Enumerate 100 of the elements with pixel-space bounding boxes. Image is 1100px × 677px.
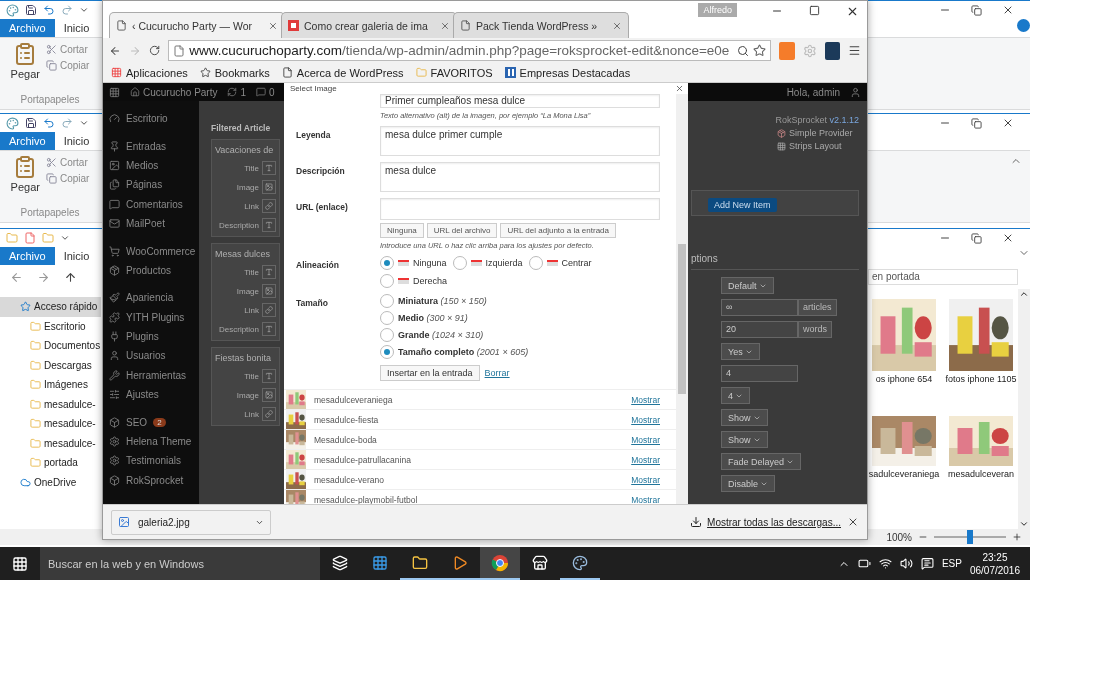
bookmark[interactable]: Bookmarks (199, 66, 270, 79)
select-field[interactable]: Show (721, 431, 768, 448)
restore-icon[interactable] (971, 117, 982, 129)
bookmark[interactable]: Aplicaciones (111, 66, 188, 79)
close-icon[interactable] (847, 516, 859, 528)
caret-icon[interactable] (60, 233, 70, 243)
up-icon[interactable] (64, 270, 77, 284)
select-field[interactable]: Disable (721, 475, 775, 492)
add-item-button[interactable]: Add New Item (708, 198, 777, 212)
menu-item[interactable]: Páginas (103, 175, 199, 195)
caret-icon[interactable] (79, 118, 89, 128)
menu-item[interactable]: Escritorio (103, 109, 199, 129)
battery-icon[interactable] (857, 557, 871, 570)
menu-icon[interactable] (848, 43, 861, 58)
zoom-in-icon[interactable] (1012, 532, 1022, 542)
nav-item[interactable]: OneDrive (0, 472, 101, 492)
menu-item[interactable]: Ajustes (103, 385, 199, 405)
select-field[interactable]: Yes (721, 343, 760, 360)
insert-button[interactable]: Insertar en la entrada (380, 365, 480, 381)
url-field[interactable] (380, 198, 660, 220)
bookmark[interactable]: FAVORITOS (415, 66, 493, 79)
field-button[interactable] (262, 218, 276, 232)
help-icon[interactable] (1017, 19, 1030, 32)
account-link[interactable]: Hola, admin (786, 86, 840, 98)
maximize-icon[interactable] (809, 5, 820, 16)
nav-item[interactable]: portada (0, 453, 101, 473)
browser-tab[interactable]: Pack Tienda WordPress » (453, 12, 629, 38)
save-icon[interactable] (25, 4, 37, 16)
menu-item[interactable]: Helena Theme (103, 431, 199, 452)
nav-item[interactable]: Imágenes (0, 375, 101, 395)
search-field[interactable]: Buscar en la web y en Windows (40, 547, 320, 580)
field-button[interactable] (262, 407, 276, 421)
show-link[interactable]: Mostrar (631, 434, 660, 445)
menu-item[interactable]: YITH Plugins (103, 307, 199, 327)
close-icon[interactable] (1002, 117, 1014, 129)
paste-button[interactable]: Pegar (10, 155, 40, 207)
menu-item[interactable]: MailPoet (103, 213, 199, 234)
url-button[interactable]: URL del archivo (426, 223, 498, 238)
volume-icon[interactable] (899, 557, 913, 570)
description-field[interactable]: mesa dulce (380, 162, 660, 192)
bookmark[interactable]: Acerca de WordPress (281, 66, 404, 79)
url-button[interactable]: Ninguna (380, 223, 424, 238)
field-button[interactable] (262, 303, 276, 317)
star-icon[interactable] (753, 44, 767, 57)
menu-item[interactable]: Comentarios (103, 194, 199, 214)
url-button[interactable]: URL del adjunto a la entrada (500, 223, 616, 238)
save-icon[interactable] (25, 117, 37, 129)
ribbon-tab[interactable]: Archivo (0, 132, 55, 150)
input-field[interactable]: 4 (721, 365, 798, 382)
nav-item[interactable]: Documentos (0, 336, 101, 356)
ribbon-tab[interactable]: Archivo (0, 247, 55, 265)
alt-text-field[interactable]: Primer cumpleaños mesa dulce (380, 94, 660, 108)
select-field[interactable]: Default (721, 277, 774, 294)
ribbon-tab[interactable]: Archivo (0, 19, 55, 37)
close-icon[interactable] (846, 5, 859, 18)
paste-button[interactable]: Pegar (10, 42, 40, 94)
download-item[interactable]: galeria2.jpg (111, 509, 271, 535)
field-button[interactable] (262, 284, 276, 298)
nav-item[interactable]: Acceso rápido (0, 297, 101, 317)
search-field[interactable]: en portada (868, 269, 1018, 285)
menu-item[interactable]: Usuarios (103, 346, 199, 366)
caption-field[interactable]: mesa dulce primer cumple (380, 126, 660, 156)
slider-thumb[interactable] (967, 530, 973, 544)
reload-icon[interactable] (149, 44, 161, 57)
scroll-thumb[interactable] (678, 244, 686, 394)
undo-icon[interactable] (43, 4, 55, 16)
show-link[interactable]: Mostrar (631, 394, 660, 405)
back-icon[interactable] (10, 270, 23, 284)
nav-item[interactable]: Escritorio (0, 316, 101, 336)
input-field[interactable]: ∞ (721, 299, 798, 316)
select-field[interactable]: Fade Delayed (721, 453, 802, 470)
redo-icon[interactable] (61, 4, 73, 16)
redo-icon[interactable] (61, 117, 73, 129)
menu-item[interactable]: RokSprocket (103, 470, 199, 491)
copy-button[interactable]: Copiar (45, 173, 90, 184)
menu-item[interactable]: Herramientas (103, 365, 199, 386)
language-label[interactable]: ESP (941, 558, 962, 569)
nav-item[interactable]: mesadulce- (0, 394, 101, 414)
delete-link[interactable]: Borrar (484, 368, 510, 378)
updates-link[interactable]: 1 (227, 86, 247, 98)
show-link[interactable]: Mostrar (631, 414, 660, 425)
comments-link[interactable]: 0 (256, 86, 275, 98)
show-link[interactable]: Mostrar (631, 474, 660, 485)
field-button[interactable] (262, 161, 276, 175)
undo-icon[interactable] (43, 117, 55, 129)
show-link[interactable]: Mostrar (631, 494, 660, 504)
show-link[interactable]: Mostrar (631, 454, 660, 465)
nav-item[interactable]: mesadulce- (0, 433, 101, 453)
scrollbar[interactable] (1018, 289, 1030, 529)
notification-icon[interactable] (920, 557, 934, 570)
menu-item[interactable]: Testimonials (103, 451, 199, 471)
field-button[interactable] (262, 199, 276, 213)
menu-item[interactable]: Plugins (103, 326, 199, 347)
restore-icon[interactable] (971, 4, 982, 16)
field-button[interactable] (262, 369, 276, 383)
menu-item[interactable]: Apariencia (103, 288, 199, 308)
select-field[interactable]: Show (721, 409, 768, 426)
clock[interactable]: 23:25 06/07/2016 (969, 550, 1020, 577)
nav-item[interactable]: mesadulce- (0, 414, 101, 434)
field-button[interactable] (262, 322, 276, 336)
